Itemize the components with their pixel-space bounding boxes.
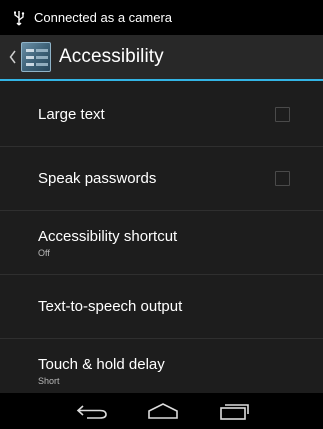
notification-text: Connected as a camera xyxy=(34,10,173,25)
usb-icon xyxy=(13,10,25,26)
setting-touch-hold-delay[interactable]: Touch & hold delay Short xyxy=(0,339,323,393)
setting-large-text[interactable]: Large text xyxy=(0,83,323,147)
up-caret-icon[interactable] xyxy=(7,49,19,65)
setting-accessibility-shortcut[interactable]: Accessibility shortcut Off xyxy=(0,211,323,275)
setting-title: Text-to-speech output xyxy=(38,298,183,315)
status-bar: Connected as a camera xyxy=(0,0,323,35)
accessibility-settings-icon[interactable] xyxy=(21,42,51,72)
navigation-bar xyxy=(0,393,323,429)
speak-passwords-checkbox[interactable] xyxy=(275,170,290,186)
setting-title: Touch & hold delay xyxy=(38,355,165,373)
action-bar: Accessibility xyxy=(0,35,323,81)
home-icon[interactable] xyxy=(133,393,193,429)
back-icon[interactable] xyxy=(62,393,122,429)
recent-apps-icon[interactable] xyxy=(204,393,264,429)
setting-tts-output[interactable]: Text-to-speech output xyxy=(0,275,323,339)
setting-title: Accessibility shortcut xyxy=(38,227,178,245)
setting-summary: Short xyxy=(38,375,60,386)
setting-speak-passwords[interactable]: Speak passwords xyxy=(0,147,323,211)
page-title: Accessibility xyxy=(59,46,164,67)
settings-list: Large text Speak passwords Accessibility… xyxy=(0,83,323,393)
setting-summary: Off xyxy=(38,247,50,258)
large-text-checkbox[interactable] xyxy=(275,106,290,122)
android-screen: Connected as a camera Accessibility Larg… xyxy=(0,0,323,429)
